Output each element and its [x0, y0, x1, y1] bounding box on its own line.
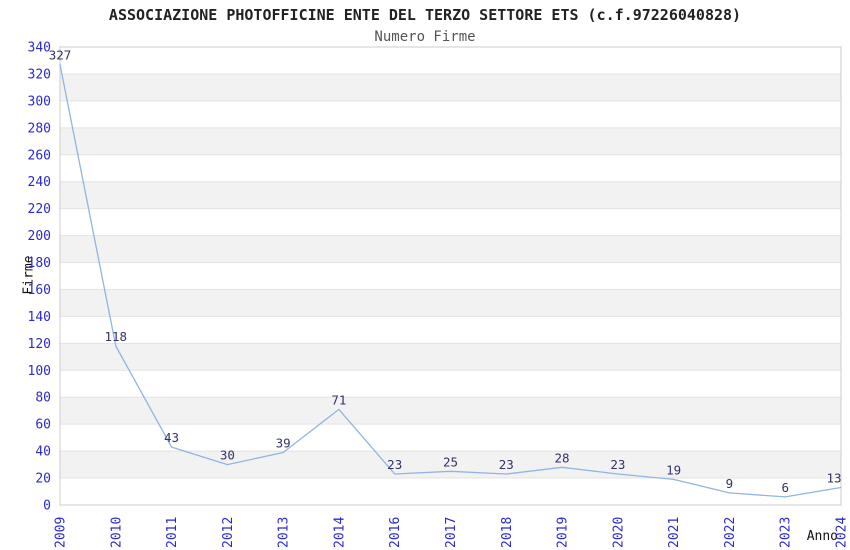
data-point-label: 39	[276, 435, 291, 450]
plot-band	[60, 127, 841, 155]
x-tick-label: 2018	[500, 517, 515, 548]
x-tick-label: 2010	[109, 517, 124, 548]
x-tick-label: 2022	[723, 517, 738, 548]
data-point-label: 9	[726, 476, 734, 491]
y-tick-label: 120	[28, 337, 51, 352]
data-point-label: 6	[781, 480, 789, 495]
y-tick-label: 140	[28, 310, 51, 325]
plot-band	[60, 235, 841, 263]
x-tick-label: 2020	[611, 517, 626, 548]
plot-band	[60, 370, 841, 398]
data-point-label: 327	[49, 48, 72, 63]
y-tick-label: 20	[35, 472, 51, 487]
x-tick-label: 2023	[779, 517, 794, 548]
chart-window: ASSOCIAZIONE PHOTOFFICINE ENTE DEL TERZO…	[0, 0, 850, 550]
plot-band	[60, 208, 841, 236]
x-tick-label: 2021	[667, 517, 682, 548]
y-tick-label: 60	[35, 418, 51, 433]
plot-band	[60, 73, 841, 101]
data-point-label: 23	[610, 457, 625, 472]
x-tick-label: 2014	[332, 517, 347, 548]
data-point-label: 23	[387, 457, 402, 472]
line-chart-canvas: 0 20 40 60 80 100 120 140 160 180 200 220 240 260 280 3…	[28, 41, 850, 549]
x-tick-label: 2011	[165, 517, 180, 548]
plot-band	[60, 289, 841, 317]
y-tick-label: 260	[28, 148, 51, 163]
x-tick-label: 2009	[54, 517, 69, 548]
plot-band	[60, 47, 841, 74]
y-tick-label: 80	[35, 391, 51, 406]
x-tick-label: 2017	[444, 517, 459, 548]
plot-band	[60, 154, 841, 182]
y-tick-label: 240	[28, 175, 51, 190]
data-point-label: 118	[104, 329, 127, 344]
plot-band	[60, 316, 841, 344]
y-tick-label: 280	[28, 121, 51, 136]
plot-band	[60, 262, 841, 290]
plot-band	[60, 397, 841, 425]
y-tick-label: 300	[28, 94, 51, 109]
x-tick-label: 2013	[277, 517, 292, 548]
data-point-label: 19	[666, 462, 681, 477]
data-point-label: 23	[499, 457, 514, 472]
plot-band	[60, 343, 841, 371]
x-tick-label: 2016	[388, 517, 403, 548]
y-tick-label: 0	[43, 499, 51, 514]
x-tick-label: 2012	[221, 517, 236, 548]
data-point-label: 30	[220, 448, 235, 463]
y-tick-label: 220	[28, 202, 51, 217]
y-tick-label: 200	[28, 229, 51, 244]
y-tick-label: 180	[28, 256, 51, 271]
x-tick-label: 2024	[835, 517, 850, 548]
y-tick-label: 320	[28, 67, 51, 82]
data-point-label: 13	[826, 470, 841, 485]
y-tick-label: 340	[28, 41, 51, 56]
x-tick-label: 2019	[556, 517, 571, 548]
data-point-label: 43	[164, 430, 179, 445]
data-point-label: 71	[331, 392, 346, 407]
y-tick-label: 40	[35, 445, 51, 460]
data-point-label: 28	[555, 450, 570, 465]
plot-band	[60, 181, 841, 209]
plot-band	[60, 100, 841, 128]
data-point-label: 25	[443, 454, 458, 469]
y-tick-label: 160	[28, 283, 51, 298]
y-tick-label: 100	[28, 364, 51, 379]
